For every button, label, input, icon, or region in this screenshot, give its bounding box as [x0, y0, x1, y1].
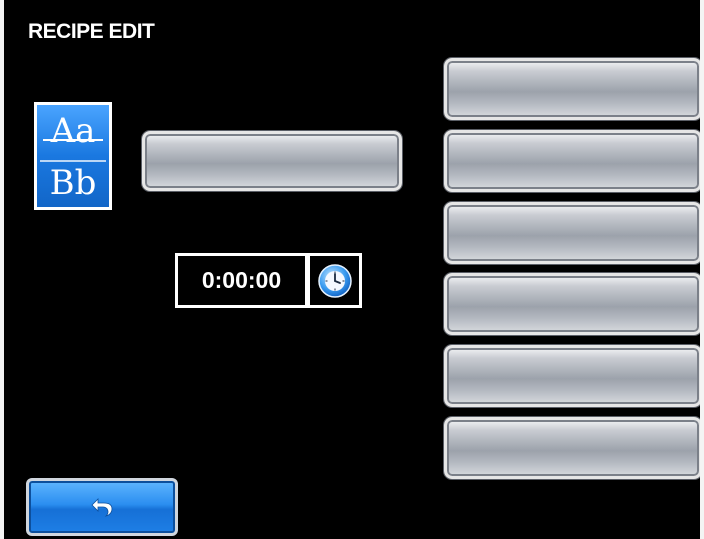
page-title: RECIPE EDIT: [28, 20, 155, 43]
strike-line: [43, 139, 103, 141]
clock-icon: [317, 263, 352, 298]
recipe-edit-screen: RECIPE EDIT Aa Bb 0:00:00: [0, 0, 704, 539]
font-style-button[interactable]: Aa Bb: [34, 102, 112, 210]
back-button[interactable]: [26, 478, 178, 536]
timer-display[interactable]: 0:00:00: [175, 253, 308, 308]
recipe-step-button-5[interactable]: [444, 345, 700, 407]
back-arrow-icon: [91, 498, 113, 517]
font-divider: [40, 160, 106, 162]
recipe-step-button-2[interactable]: [444, 130, 700, 192]
recipe-name-field[interactable]: [142, 131, 402, 191]
font-sample-bottom: Bb: [49, 163, 97, 203]
recipe-step-button-3[interactable]: [444, 202, 700, 264]
font-sample-top: Aa: [50, 111, 96, 151]
recipe-step-button-1[interactable]: [444, 58, 700, 120]
recipe-step-button-6[interactable]: [444, 417, 700, 479]
recipe-step-button-4[interactable]: [444, 273, 700, 335]
timer-button[interactable]: [307, 253, 362, 308]
